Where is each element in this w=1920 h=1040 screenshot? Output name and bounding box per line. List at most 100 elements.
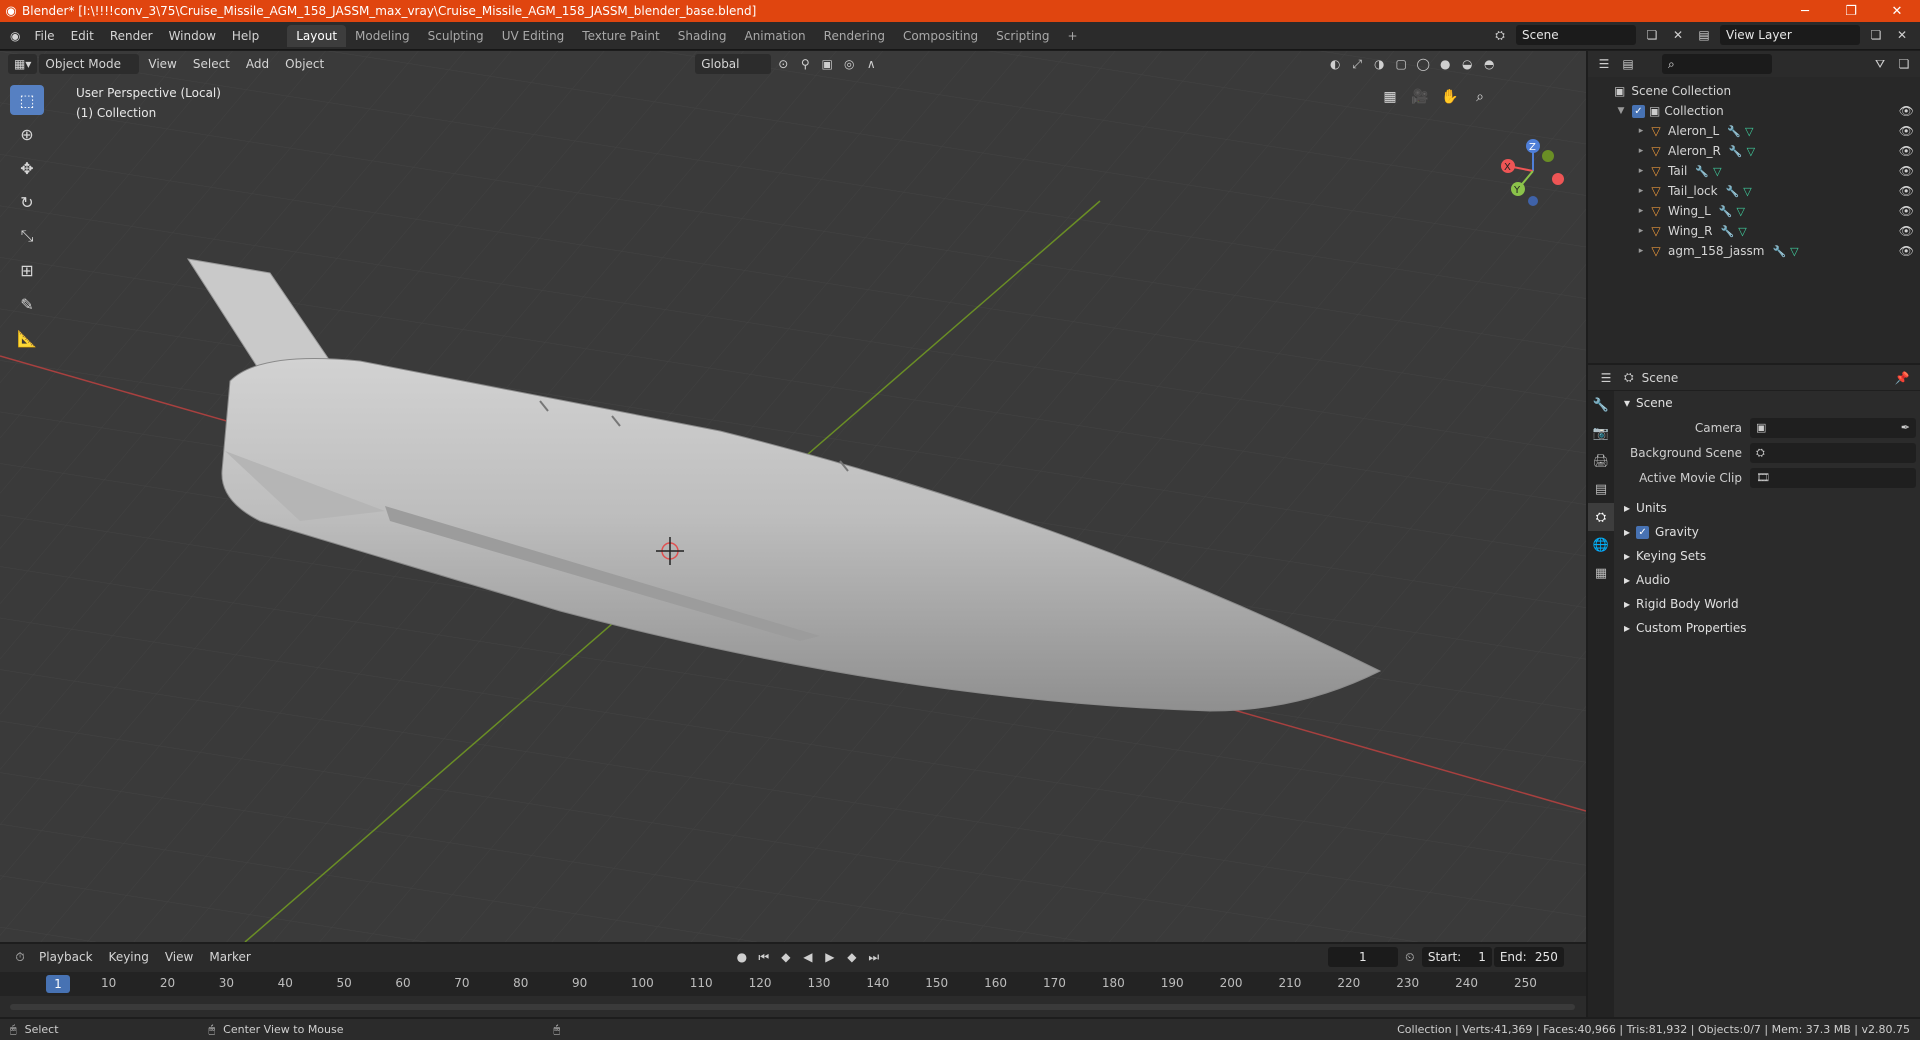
measure-icon[interactable]: 📐 bbox=[10, 323, 44, 353]
rendered-shading-icon[interactable]: ◓ bbox=[1479, 54, 1499, 74]
eye-icon[interactable]: 👁 bbox=[1899, 144, 1914, 158]
scene-panel-header[interactable]: ▾ Scene bbox=[1618, 391, 1916, 415]
texture-tab-icon[interactable]: ▦ bbox=[1588, 559, 1614, 587]
eye-icon[interactable]: 👁 bbox=[1899, 184, 1914, 198]
close-icon[interactable]: ✕ bbox=[1874, 0, 1920, 22]
maximize-icon[interactable]: ❐ bbox=[1828, 0, 1874, 22]
background-scene-field[interactable]: ⛭ bbox=[1750, 442, 1916, 463]
preview-range-icon[interactable]: ⏲ bbox=[1400, 947, 1420, 967]
expand-icon[interactable]: ▸ bbox=[1634, 206, 1648, 216]
tab-modeling[interactable]: Modeling bbox=[346, 25, 419, 47]
eye-icon[interactable]: 👁 bbox=[1899, 164, 1914, 178]
jump-end-icon[interactable]: ⏭ bbox=[864, 947, 884, 967]
play-reverse-icon[interactable]: ◀ bbox=[798, 947, 818, 967]
view-layer-field[interactable]: View Layer bbox=[1720, 25, 1860, 45]
movie-clip-field[interactable]: 🎞 bbox=[1750, 467, 1916, 488]
collection-checkbox[interactable]: ✓ bbox=[1632, 104, 1645, 118]
outliner-item[interactable]: ▸ ▽ Tail 🔧 ▽ 👁 bbox=[1588, 161, 1920, 181]
tab-texture-paint[interactable]: Texture Paint bbox=[573, 25, 668, 47]
timeline-menu-marker[interactable]: Marker bbox=[202, 947, 257, 967]
jump-start-icon[interactable]: ⏮ bbox=[754, 947, 774, 967]
falloff-icon[interactable]: ∧ bbox=[861, 54, 881, 74]
pivot-icon[interactable]: ⊙ bbox=[773, 54, 793, 74]
wireframe-shading-icon[interactable]: ◯ bbox=[1413, 54, 1433, 74]
delete-scene-icon[interactable]: ✕ bbox=[1668, 25, 1688, 45]
custom-properties-panel-header[interactable]: ▸ Custom Properties bbox=[1618, 616, 1916, 640]
gravity-checkbox[interactable]: ✓ bbox=[1636, 525, 1650, 539]
tab-rendering[interactable]: Rendering bbox=[815, 25, 894, 47]
scene-field[interactable]: Scene bbox=[1516, 25, 1636, 45]
outliner-item[interactable]: ▸ ▽ Aleron_L 🔧 ▽ 👁 bbox=[1588, 121, 1920, 141]
3d-viewport[interactable]: Z X Y ▦▾ Object Mode View Select Add Obj… bbox=[0, 51, 1586, 942]
timeline-ruler[interactable]: 1 10 20 30 40 50 60 70 80 90 100 110 120 130 140 150 160… bbox=[0, 972, 1586, 996]
rigid-body-panel-header[interactable]: ▸ Rigid Body World bbox=[1618, 592, 1916, 616]
audio-panel-header[interactable]: ▸ Audio bbox=[1618, 568, 1916, 592]
viewport-menu-add[interactable]: Add bbox=[239, 54, 276, 74]
cursor-icon[interactable]: ⊕ bbox=[10, 119, 44, 149]
prev-keyframe-icon[interactable]: ◆ bbox=[776, 947, 796, 967]
eye-icon[interactable]: 👁 bbox=[1899, 224, 1914, 238]
render-tab-icon[interactable]: 📷 bbox=[1588, 419, 1614, 447]
editor-type-icon[interactable]: ▦▾ bbox=[8, 54, 38, 74]
xray-icon[interactable]: ▢ bbox=[1391, 54, 1411, 74]
gizmo-toggle-icon[interactable]: ⤢ bbox=[1347, 54, 1367, 74]
expand-collection-icon[interactable]: ▼ bbox=[1614, 106, 1628, 116]
snap-icon[interactable]: ⚲ bbox=[795, 54, 815, 74]
move-icon[interactable]: ✥ bbox=[10, 153, 44, 183]
scene-collection-row[interactable]: ▣ Scene Collection bbox=[1588, 81, 1920, 101]
grid-view-icon[interactable]: ▦ bbox=[1378, 85, 1402, 109]
viewport-menu-select[interactable]: Select bbox=[186, 54, 237, 74]
tab-shading[interactable]: Shading bbox=[669, 25, 736, 47]
tab-layout[interactable]: Layout bbox=[287, 24, 347, 47]
transform-icon[interactable]: ⊞ bbox=[10, 255, 44, 285]
expand-icon[interactable]: ▸ bbox=[1634, 146, 1648, 156]
outliner-item[interactable]: ▸ ▽ Aleron_R 🔧 ▽ 👁 bbox=[1588, 141, 1920, 161]
properties-editor-icon[interactable]: ☰ bbox=[1596, 368, 1616, 388]
keying-sets-panel-header[interactable]: ▸ Keying Sets bbox=[1618, 544, 1916, 568]
expand-icon[interactable]: ▸ bbox=[1634, 166, 1648, 176]
proportional-edit-icon[interactable]: ◎ bbox=[839, 54, 859, 74]
expand-icon[interactable]: ▸ bbox=[1634, 246, 1648, 256]
outliner-item[interactable]: ▸ ▽ Tail_lock 🔧 ▽ 👁 bbox=[1588, 181, 1920, 201]
scene-icon[interactable]: ⛭ bbox=[1490, 25, 1510, 45]
units-panel-header[interactable]: ▸ Units bbox=[1618, 496, 1916, 520]
new-collection-icon[interactable]: ❏ bbox=[1894, 54, 1914, 74]
start-frame-field[interactable]: Start: 1 bbox=[1421, 947, 1492, 967]
new-scene-icon[interactable]: ❏ bbox=[1642, 25, 1662, 45]
snap-target-icon[interactable]: ▣ bbox=[817, 54, 837, 74]
pan-hand-icon[interactable]: ✋ bbox=[1438, 85, 1462, 109]
new-view-layer-icon[interactable]: ❏ bbox=[1866, 25, 1886, 45]
minimize-icon[interactable]: ─ bbox=[1782, 0, 1828, 22]
expand-icon[interactable]: ▸ bbox=[1634, 126, 1648, 136]
expand-icon[interactable]: ▸ bbox=[1634, 186, 1648, 196]
next-keyframe-icon[interactable]: ◆ bbox=[842, 947, 862, 967]
filter-icon[interactable]: ⛛ bbox=[1870, 54, 1890, 74]
tab-compositing[interactable]: Compositing bbox=[894, 25, 987, 47]
scale-icon[interactable]: ⤡ bbox=[10, 221, 44, 251]
record-icon[interactable]: ● bbox=[732, 947, 752, 967]
overlay-toggle-icon[interactable]: ◑ bbox=[1369, 54, 1389, 74]
timeline-menu-playback[interactable]: Playback bbox=[32, 947, 100, 967]
outliner-item[interactable]: ▸ ▽ agm_158_jassm 🔧 ▽ 👁 bbox=[1588, 241, 1920, 261]
menu-help[interactable]: Help bbox=[224, 25, 267, 47]
delete-view-layer-icon[interactable]: ✕ bbox=[1892, 25, 1912, 45]
timeline-menu-keying[interactable]: Keying bbox=[102, 947, 156, 967]
outliner-item[interactable]: ▸ ▽ Wing_R 🔧 ▽ 👁 bbox=[1588, 221, 1920, 241]
eye-icon[interactable]: 👁 bbox=[1899, 244, 1914, 258]
menu-render[interactable]: Render bbox=[102, 25, 161, 47]
viewport-menu-view[interactable]: View bbox=[141, 54, 183, 74]
outliner-editor-icon[interactable]: ☰ bbox=[1594, 54, 1614, 74]
view-layer-icon[interactable]: ▤ bbox=[1694, 25, 1714, 45]
tool-tab-icon[interactable]: 🔧 bbox=[1588, 391, 1614, 419]
gravity-panel-header[interactable]: ▸ ✓ Gravity bbox=[1618, 520, 1916, 544]
camera-view-icon[interactable]: 🎥 bbox=[1408, 85, 1432, 109]
viewport-menu-object[interactable]: Object bbox=[278, 54, 331, 74]
scene-tab-icon[interactable]: ⛭ bbox=[1588, 503, 1614, 531]
tab-animation[interactable]: Animation bbox=[735, 25, 814, 47]
material-shading-icon[interactable]: ◒ bbox=[1457, 54, 1477, 74]
camera-field[interactable]: ▣ ✒ bbox=[1750, 417, 1916, 438]
add-workspace-icon[interactable]: + bbox=[1059, 25, 1087, 47]
output-tab-icon[interactable]: 🖨 bbox=[1588, 447, 1614, 475]
menu-file[interactable]: File bbox=[26, 25, 62, 47]
play-icon[interactable]: ▶ bbox=[820, 947, 840, 967]
